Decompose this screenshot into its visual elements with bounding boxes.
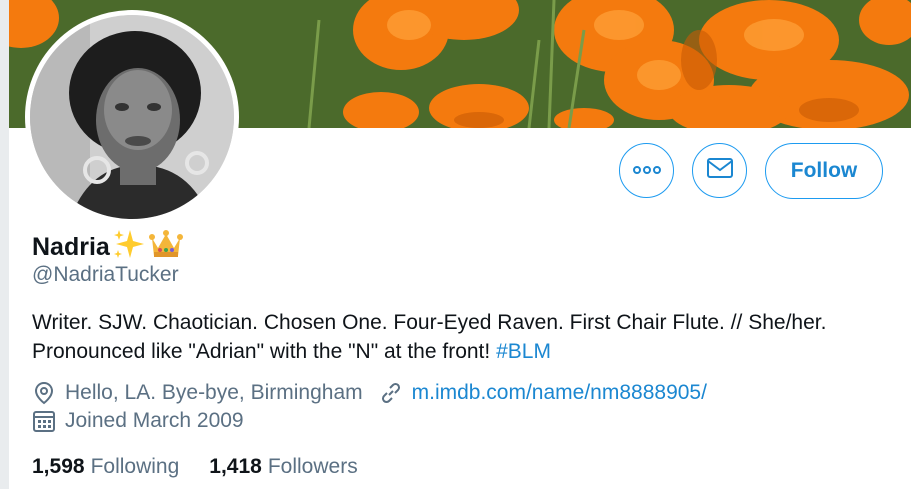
bio-text: Writer. SJW. Chaotician. Chosen One. Fou… bbox=[32, 311, 827, 363]
mail-icon bbox=[706, 156, 734, 185]
location-icon bbox=[32, 381, 56, 405]
profile-stats: 1,598 Following 1,418 Followers bbox=[32, 455, 388, 479]
avatar-photo bbox=[30, 15, 234, 219]
location-text: Hello, LA. Bye-bye, Birmingham bbox=[65, 381, 363, 404]
display-name: Nadria bbox=[32, 228, 184, 267]
link-icon bbox=[379, 381, 403, 405]
followers-link[interactable]: 1,418 Followers bbox=[209, 455, 357, 479]
sparkles-emoji bbox=[112, 228, 146, 267]
message-button[interactable] bbox=[692, 143, 747, 198]
bio-hashtag-link[interactable]: #BLM bbox=[496, 340, 551, 363]
crown-emoji bbox=[148, 228, 184, 267]
more-options-button[interactable] bbox=[619, 143, 674, 198]
following-label: Following bbox=[90, 455, 180, 478]
display-name-text: Nadria bbox=[32, 233, 110, 261]
calendar-icon bbox=[32, 409, 56, 433]
website-link[interactable]: m.imdb.com/name/nm8888905/ bbox=[412, 381, 707, 405]
follow-button[interactable]: Follow bbox=[765, 143, 883, 199]
following-link[interactable]: 1,598 Following bbox=[32, 455, 179, 479]
profile-avatar[interactable] bbox=[25, 10, 239, 224]
profile-joined-row: Joined March 2009 bbox=[32, 409, 244, 433]
window-edge bbox=[0, 0, 9, 489]
profile-bio: Writer. SJW. Chaotician. Chosen One. Fou… bbox=[32, 308, 892, 366]
profile-handle: @NadriaTucker bbox=[32, 263, 179, 286]
profile-meta-row: Hello, LA. Bye-bye, Birmingham m.imdb.co… bbox=[32, 381, 707, 405]
more-icon bbox=[632, 162, 661, 180]
joined-text: Joined March 2009 bbox=[65, 409, 244, 432]
followers-count: 1,418 bbox=[209, 455, 262, 478]
followers-label: Followers bbox=[267, 455, 358, 478]
following-count: 1,598 bbox=[32, 455, 85, 478]
